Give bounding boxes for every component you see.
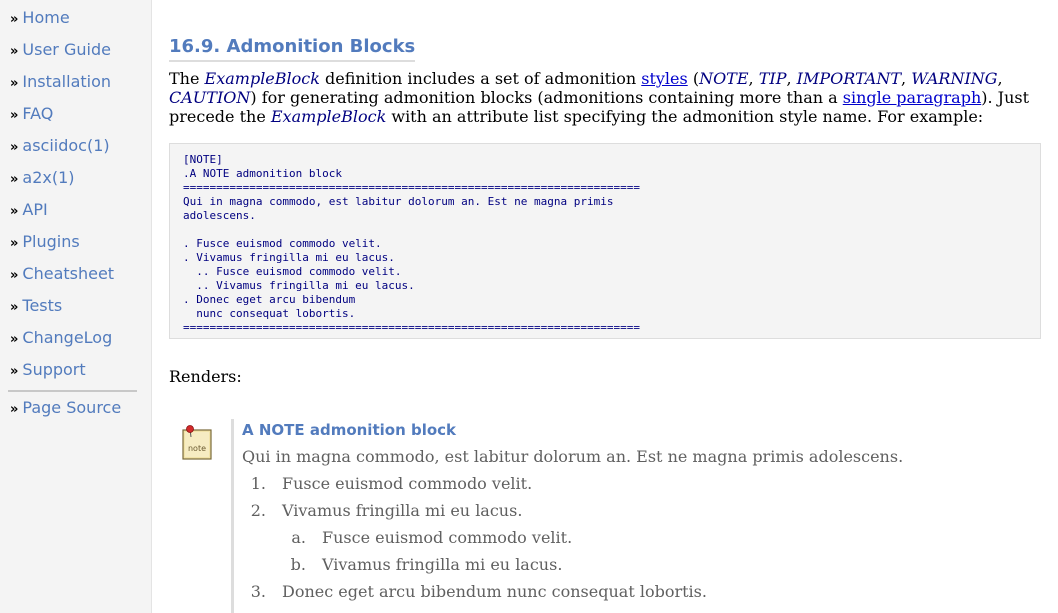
nav-link-page-source[interactable]: Page Source <box>22 398 121 417</box>
intro-text: The <box>169 69 205 88</box>
nav-bullet: » <box>10 364 19 379</box>
nav-link-cheatsheet[interactable]: Cheatsheet <box>22 264 114 283</box>
list-item-text: Vivamus fringilla mi eu lacus. <box>282 501 523 520</box>
nav-bullet: » <box>10 76 19 91</box>
style-important: IMPORTANT <box>796 69 902 88</box>
nav-link-changelog[interactable]: ChangeLog <box>22 328 112 347</box>
nav-item-api[interactable]: » API <box>10 200 48 222</box>
nav-item-plugins[interactable]: » Plugins <box>10 232 80 254</box>
nav-item-asciidoc[interactable]: » asciidoc(1) <box>10 136 110 158</box>
nav-bullet: » <box>10 172 19 187</box>
admonition-rule <box>231 419 234 613</box>
nav-bullet: » <box>10 12 19 27</box>
nav-bullet: » <box>10 268 19 283</box>
intro-text: ) for generating admonition blocks (admo… <box>250 88 843 107</box>
admonition-title: A NOTE admonition block <box>242 421 457 439</box>
sub-list-item: b. Vivamus fringilla mi eu lacus. <box>282 555 563 574</box>
list-marker: 2. <box>250 501 266 520</box>
nav-bullet: » <box>10 300 19 315</box>
list-item-text: Fusce euismod commodo velit. <box>322 528 573 547</box>
single-paragraph-link[interactable]: single paragraph <box>843 88 982 107</box>
intro-paragraph: The ExampleBlock definition includes a s… <box>169 69 1054 126</box>
nav-bullet: » <box>10 236 19 251</box>
intro-text: definition includes a set of admonition <box>319 69 642 88</box>
admonition-paragraph: Qui in magna commodo, est labitur doloru… <box>242 447 904 466</box>
nav-link-support[interactable]: Support <box>22 360 85 379</box>
nav-item-changelog[interactable]: » ChangeLog <box>10 328 112 350</box>
term-exampleblock: ExampleBlock <box>270 107 387 126</box>
nav-link-plugins[interactable]: Plugins <box>22 232 79 251</box>
nav-item-installation[interactable]: » Installation <box>10 72 111 94</box>
list-item-text: Donec eget arcu bibendum nunc consequat … <box>282 582 707 601</box>
nav-link-api[interactable]: API <box>22 200 47 219</box>
intro-text: , <box>901 69 912 88</box>
list-item: 2. Vivamus fringilla mi eu lacus. <box>242 501 523 520</box>
nav-item-home[interactable]: » Home <box>10 8 70 30</box>
list-marker: 1. <box>250 474 266 493</box>
list-marker: b. <box>290 555 306 574</box>
styles-link[interactable]: styles <box>641 69 687 88</box>
sidebar-nav: » Home » User Guide » Installation » FAQ » as… <box>0 0 152 613</box>
list-marker: a. <box>291 528 306 547</box>
nav-bullet: » <box>10 140 19 155</box>
style-tip: TIP <box>758 69 787 88</box>
code-listing-block: [NOTE] .A NOTE admonition block ========… <box>169 143 1041 339</box>
list-item: 1. Fusce euismod commodo velit. <box>242 474 532 493</box>
renders-label: Renders: <box>169 367 242 386</box>
nav-item-support[interactable]: » Support <box>10 360 86 382</box>
list-item-text: Vivamus fringilla mi eu lacus. <box>322 555 563 574</box>
nav-link-tests[interactable]: Tests <box>22 296 62 315</box>
section-heading: 16.9. Admonition Blocks <box>169 35 416 62</box>
nav-link-faq[interactable]: FAQ <box>22 104 53 123</box>
sub-list-item: a. Fusce euismod commodo velit. <box>282 528 572 547</box>
intro-text: , <box>997 69 1003 88</box>
style-warning: WARNING <box>911 69 998 88</box>
nav-separator <box>8 390 137 392</box>
list-marker: 3. <box>250 582 266 601</box>
nav-link-asciidoc[interactable]: asciidoc(1) <box>22 136 109 155</box>
intro-text: ( <box>687 69 700 88</box>
nav-bullet: » <box>10 44 19 59</box>
note-icon-label: note <box>188 444 206 453</box>
nav-bullet: » <box>10 402 19 417</box>
style-note: NOTE <box>699 69 749 88</box>
nav-item-user-guide[interactable]: » User Guide <box>10 40 111 62</box>
list-item: 3. Donec eget arcu bibendum nunc consequa… <box>242 582 707 601</box>
intro-text: , <box>748 69 759 88</box>
nav-link-user-guide[interactable]: User Guide <box>22 40 111 59</box>
nav-bullet: » <box>10 204 19 219</box>
nav-item-a2x[interactable]: » a2x(1) <box>10 168 75 190</box>
style-caution: CAUTION <box>169 88 251 107</box>
nav-item-page-source[interactable]: » Page Source <box>10 398 121 420</box>
nav-item-faq[interactable]: » FAQ <box>10 104 53 126</box>
nav-item-tests[interactable]: » Tests <box>10 296 62 318</box>
note-icon: note <box>182 425 212 460</box>
nav-bullet: » <box>10 332 19 347</box>
nav-link-a2x[interactable]: a2x(1) <box>22 168 74 187</box>
intro-text: with an attribute list specifying the ad… <box>386 107 984 126</box>
term-exampleblock: ExampleBlock <box>204 69 320 88</box>
nav-bullet: » <box>10 108 19 123</box>
nav-link-home[interactable]: Home <box>22 8 69 27</box>
nav-link-installation[interactable]: Installation <box>22 72 111 91</box>
nav-item-cheatsheet[interactable]: » Cheatsheet <box>10 264 114 286</box>
list-item-text: Fusce euismod commodo velit. <box>282 474 533 493</box>
intro-text: , <box>786 69 797 88</box>
code-listing: [NOTE] .A NOTE admonition block ========… <box>183 153 640 334</box>
